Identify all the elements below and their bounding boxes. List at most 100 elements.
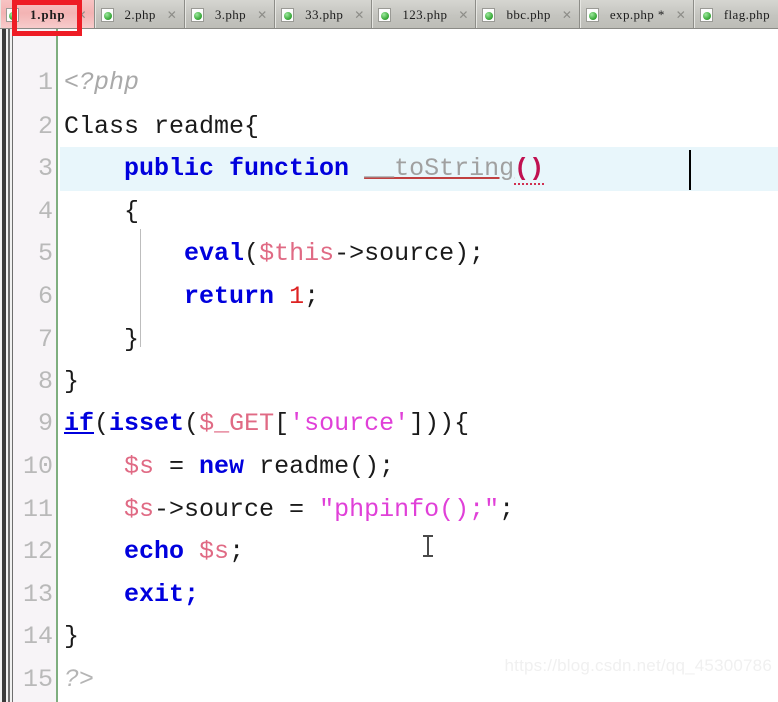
close-icon[interactable]: ✕ bbox=[354, 9, 364, 21]
line-number: 2 bbox=[37, 112, 53, 141]
code-line-2[interactable]: Class readme{ bbox=[60, 107, 259, 147]
php-file-icon bbox=[281, 7, 295, 22]
window-edge-bar-secondary bbox=[8, 29, 10, 702]
close-brace: } bbox=[64, 622, 80, 651]
close-icon[interactable]: ✕ bbox=[257, 9, 267, 21]
tab-label: 3.php bbox=[214, 6, 247, 22]
tab-label: exp.php * bbox=[609, 6, 665, 22]
code-text-area[interactable]: <?php Class readme{ public function __to… bbox=[60, 29, 778, 702]
line-number: 12 bbox=[22, 537, 53, 566]
left-paren: ( bbox=[94, 409, 110, 438]
window-edge-strip bbox=[0, 29, 13, 702]
close-icon[interactable]: ✕ bbox=[458, 9, 468, 21]
code-line-3[interactable]: public function __toString() bbox=[60, 149, 545, 189]
tab-label: 2.php bbox=[124, 6, 156, 22]
line-number: 11 bbox=[22, 495, 53, 524]
variable-this: $this bbox=[259, 239, 335, 268]
code-line-12[interactable]: echo $s; bbox=[60, 532, 244, 572]
tab-1-php[interactable]: 1.php ✕ bbox=[0, 0, 95, 28]
code-line-9[interactable]: if(isset($_GET['source'])){ bbox=[60, 404, 469, 444]
semicolon: ; bbox=[499, 495, 515, 524]
code-line-6[interactable]: return 1; bbox=[60, 277, 319, 317]
keyword-return: return bbox=[184, 282, 275, 311]
line-number: 7 bbox=[37, 325, 53, 354]
php-file-icon bbox=[482, 7, 496, 22]
code-line-14[interactable]: } bbox=[60, 617, 79, 657]
tab-label: 123.php bbox=[402, 6, 448, 22]
keyword-echo: echo bbox=[124, 537, 185, 566]
php-file-icon bbox=[585, 7, 599, 22]
left-paren: ( bbox=[184, 409, 200, 438]
keyword-new: new bbox=[199, 452, 245, 481]
property-assignment: ->source = bbox=[154, 495, 320, 524]
string-source-key: 'source' bbox=[289, 409, 410, 438]
tab-exp-php[interactable]: exp.php * ✕ bbox=[579, 0, 694, 28]
tab-3-php[interactable]: 3.php ✕ bbox=[184, 0, 276, 28]
code-line-4[interactable]: { bbox=[60, 192, 139, 232]
matched-parentheses: () bbox=[514, 154, 545, 185]
line-number: 10 bbox=[22, 452, 53, 481]
code-line-13[interactable]: exit; bbox=[60, 575, 199, 615]
method-name-tostring: __toString bbox=[364, 154, 515, 183]
code-line-11[interactable]: $s->source = "phpinfo();"; bbox=[60, 490, 514, 530]
keyword-exit: exit; bbox=[124, 580, 200, 609]
php-open-tag: <?php bbox=[64, 68, 140, 97]
line-number: 3 bbox=[37, 154, 53, 183]
php-file-icon bbox=[699, 7, 713, 22]
line-number: 8 bbox=[37, 367, 53, 396]
php-file-icon bbox=[100, 7, 114, 22]
watermark-text: https://blog.csdn.net/qq_45300786 bbox=[504, 656, 772, 675]
code-line-8[interactable]: } bbox=[60, 362, 79, 402]
tab-33-php[interactable]: 33.php ✕ bbox=[275, 0, 373, 28]
closing-tokens: ])){ bbox=[409, 409, 470, 438]
tab-label: flag.php bbox=[723, 6, 770, 22]
variable-s: $s bbox=[124, 452, 155, 481]
semicolon: ; bbox=[229, 537, 245, 566]
tab-123-php[interactable]: 123.php ✕ bbox=[372, 0, 477, 28]
number-literal: 1 bbox=[289, 282, 305, 311]
tab-bbc-php[interactable]: bbc.php ✕ bbox=[476, 0, 580, 28]
class-instantiation: readme(); bbox=[244, 452, 395, 481]
line-number-gutter: 1 2 3 4 5 6 7 8 9 10 11 12 13 14 15 bbox=[13, 29, 58, 702]
superglobal-get: $_GET bbox=[199, 409, 275, 438]
close-icon[interactable]: ✕ bbox=[76, 9, 86, 21]
tab-2-php[interactable]: 2.php ✕ bbox=[94, 0, 185, 28]
variable-s: $s bbox=[124, 495, 155, 524]
code-line-10[interactable]: $s = new readme(); bbox=[60, 447, 394, 487]
line-number: 9 bbox=[37, 409, 53, 438]
code-line-15[interactable]: ?> bbox=[60, 660, 94, 700]
close-icon[interactable]: ✕ bbox=[562, 9, 572, 21]
tab-bar[interactable]: 1.php ✕ 2.php ✕ 3.php ✕ 33.php ✕ 123.php… bbox=[0, 0, 778, 29]
close-brace: } bbox=[64, 325, 140, 354]
variable-s: $s bbox=[199, 537, 230, 566]
keyword-if: if bbox=[64, 409, 95, 438]
code-line-5[interactable]: eval($this->source); bbox=[60, 234, 484, 274]
close-icon[interactable]: ✕ bbox=[167, 9, 177, 21]
keyword-public-function: public function bbox=[124, 154, 350, 183]
tab-flag-php[interactable]: flag.php ✕ bbox=[693, 0, 778, 28]
left-bracket: [ bbox=[274, 409, 290, 438]
close-icon[interactable]: ✕ bbox=[676, 9, 686, 21]
tab-label: bbc.php bbox=[506, 6, 551, 22]
line-number: 5 bbox=[37, 239, 53, 268]
code-line-7[interactable]: } bbox=[60, 320, 139, 360]
semicolon: ; bbox=[304, 282, 320, 311]
left-paren: ( bbox=[244, 239, 260, 268]
keyword-isset: isset bbox=[109, 409, 185, 438]
line-number: 14 bbox=[22, 622, 53, 651]
open-brace: { bbox=[64, 197, 140, 226]
ibeam-mouse-cursor bbox=[423, 535, 433, 557]
close-brace: } bbox=[64, 367, 80, 396]
code-line-1[interactable]: <?php bbox=[60, 63, 139, 103]
property-access-source: ->source); bbox=[334, 239, 485, 268]
code-editor[interactable]: 1 2 3 4 5 6 7 8 9 10 11 12 13 14 15 <?ph… bbox=[0, 29, 778, 702]
